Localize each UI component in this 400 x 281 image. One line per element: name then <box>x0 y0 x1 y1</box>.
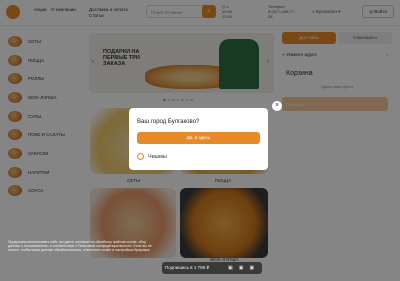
cart-icon[interactable]: ▣ <box>228 265 239 271</box>
cart-icon[interactable]: ▣ <box>239 265 250 271</box>
cart-icon[interactable]: ▣ <box>249 265 260 271</box>
radio-button[interactable] <box>137 153 144 160</box>
confirm-city-button[interactable]: Да, я здесь <box>137 132 260 144</box>
close-icon[interactable]: × <box>272 101 282 111</box>
cookie-notice: Продолжая использовать сайт, вы даете со… <box>8 240 152 252</box>
modal-title: Ваш город Булгаково? <box>137 119 200 125</box>
bottom-bar-icons: ▣▣▣ <box>228 265 260 271</box>
city-confirm-modal: Ваш город Булгаково? Да, я здесь Чишмы <box>129 108 268 170</box>
city-option-chishmy[interactable]: Чишмы <box>137 153 167 160</box>
